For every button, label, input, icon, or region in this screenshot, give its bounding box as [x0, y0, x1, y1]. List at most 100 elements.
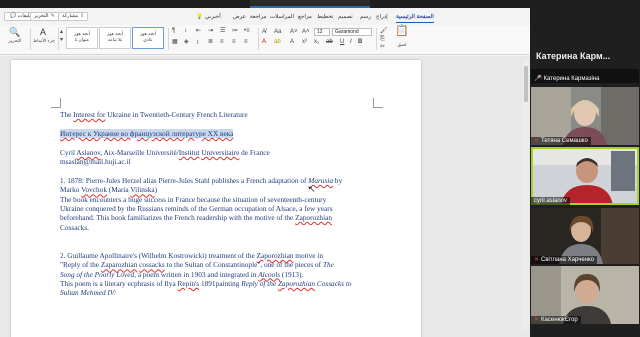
participant-tile[interactable]: ✕ Тетяна Семашко	[531, 87, 639, 145]
participant-name: ✕ Світлана Харченко	[531, 256, 598, 264]
multilevel-list-icon[interactable]: ☰	[220, 27, 225, 35]
tab-layout[interactable]: تخطيط	[317, 11, 333, 23]
copy-icon[interactable]: ⎘	[380, 35, 385, 43]
participant-tile-active[interactable]: cyril aslanov	[531, 147, 639, 205]
styles-pane-icon[interactable]: A	[34, 28, 52, 37]
share-button[interactable]: مشاركة ⇪	[58, 12, 89, 21]
ribbon-divider	[30, 28, 31, 50]
comment-icon: 💬	[10, 13, 17, 19]
font-size-select[interactable]: 12	[314, 28, 330, 36]
highlighted-line: Интерес к Украине во французской литерат…	[60, 129, 234, 138]
superscript-icon[interactable]: x²	[302, 38, 307, 46]
document-page[interactable]: The Interest for Ukraine in Twentieth-Ce…	[11, 60, 421, 337]
outdent-icon[interactable]: ⇥	[208, 27, 213, 35]
muted-mic-icon: 🎤̸	[534, 76, 542, 82]
doc-title-translation: Интерес к Украине во французской литерат…	[60, 129, 380, 138]
tab-review[interactable]: مراجعة	[250, 11, 267, 23]
line-spacing-icon[interactable]: ↨	[196, 38, 199, 46]
scrollbar-thumb[interactable]	[524, 66, 528, 102]
font-color-icon[interactable]: A	[262, 38, 266, 46]
lightbulb-icon[interactable]: 💡	[196, 11, 203, 23]
show-marks-icon[interactable]: ¶	[172, 27, 175, 35]
style-caption: بلا تباعد	[107, 37, 123, 42]
style-heading1[interactable]: أبجد هوز عنوان 1	[66, 27, 98, 49]
strikethrough-icon[interactable]: ab	[326, 38, 333, 46]
share-icon: ⇪	[80, 13, 85, 19]
paragraph-1-line: beforehand. This book familiarizes the F…	[60, 213, 332, 223]
gallery-more-icon[interactable]: ▾	[60, 36, 63, 44]
paragraph-1-line: Marko Vovchok (Maria Vilinska)	[60, 185, 158, 195]
ribbon: 🔍 التحرير A جزء الأنماط ▴ ▾ أبجد هوز عنوا…	[0, 25, 530, 55]
muted-mic-icon: ✕	[534, 138, 540, 144]
font-name-select[interactable]: Garamond	[332, 28, 372, 36]
sort-icon[interactable]: ↕	[184, 27, 187, 35]
format-painter-icon[interactable]: 🖌	[380, 27, 388, 35]
style-normal[interactable]: أبجد هوز عادي	[132, 27, 164, 49]
window-caption	[250, 0, 370, 8]
word-window: الصفحة الرئيسية إدراج رسم تصميم تخطيط مر…	[0, 0, 530, 337]
paragraph-2-line: Song of the Poorly Loved, a poem written…	[60, 269, 304, 279]
paragraph-1-line: The book encounters a huge success in Fr…	[60, 194, 327, 204]
ribbon-divider	[168, 28, 169, 50]
participant-name: ✕ КасенюкЄгор	[531, 316, 581, 324]
paragraph-2-line: Sultan Mehmed IV:	[60, 288, 117, 298]
participant-name: cyril aslanov	[531, 197, 571, 205]
indent-icon[interactable]: ⇤	[196, 27, 201, 35]
align-left-icon[interactable]: ≡	[244, 38, 248, 46]
center-icon[interactable]: ≡	[232, 38, 236, 46]
italic-icon[interactable]: I	[350, 38, 352, 46]
participant-name: ✕ Тетяна Семашко	[531, 137, 591, 145]
shading-icon[interactable]: ◈	[184, 38, 189, 46]
text-effects-icon[interactable]: A	[290, 38, 294, 46]
tab-view[interactable]: عرض	[233, 11, 246, 23]
tab-references[interactable]: مراجع	[298, 11, 312, 23]
justify-icon[interactable]: ≣	[208, 38, 213, 46]
grow-font-icon[interactable]: A˄	[302, 28, 310, 36]
tab-insert[interactable]: إدراج	[376, 11, 388, 23]
mouse-cursor-icon: ↖	[308, 184, 316, 194]
muted-mic-icon: ✕	[534, 257, 540, 263]
align-right-icon[interactable]: ≡	[220, 38, 224, 46]
video-panel: Катерина Карм... 🎤̸ Катерина Кармазіна ✕ Т…	[530, 0, 640, 337]
tab-home[interactable]: الصفحة الرئيسية	[396, 11, 434, 23]
participant-tile[interactable]: 🎤̸ Катерина Кармазіна	[531, 69, 639, 83]
paragraph-1-line: 1. 1878: Pierre-Jules Herzel alias Pierr…	[60, 176, 343, 185]
ribbon-divider	[258, 28, 259, 50]
doc-title: The Interest for Ukraine in Twentieth-Ce…	[60, 110, 248, 119]
change-case-icon[interactable]: Aa	[274, 28, 281, 36]
bullet-list-icon[interactable]: •≡	[244, 27, 250, 35]
participant-tile[interactable]: ✕ КасенюкЄгор	[531, 266, 639, 324]
spell-error: Interest for	[73, 110, 106, 119]
subscript-icon[interactable]: x₂	[314, 38, 319, 46]
gallery-scroll-icon[interactable]: ▴	[60, 28, 63, 36]
clear-format-icon[interactable]: A̸	[262, 28, 266, 36]
vertical-scrollbar[interactable]	[523, 60, 529, 330]
tab-mailings[interactable]: المراسلات	[270, 11, 294, 23]
editing-mode-button[interactable]: التحرير ✎	[30, 12, 59, 21]
tab-tell-me[interactable]: أخبرني	[205, 11, 221, 23]
numbered-list-icon[interactable]: ≔	[232, 27, 238, 35]
style-no-spacing[interactable]: أبجد هوز بلا تباعد	[99, 27, 131, 49]
tab-design[interactable]: تصميم	[338, 11, 353, 23]
highlight-icon[interactable]: ab	[274, 38, 281, 46]
share-label: مشاركة	[62, 13, 79, 19]
find-icon[interactable]: 🔍	[6, 28, 24, 37]
paragraph-2-line: 2. Guillaume Apollinaire's (Wilhelm Kost…	[60, 251, 324, 260]
participant-tile[interactable]: ✕ Світлана Харченко	[531, 208, 639, 264]
editing-mode-label: التحرير	[34, 13, 49, 19]
paste-icon[interactable]: 📋	[394, 26, 410, 37]
author-email: msaslan@mail.huji.ac.il	[60, 157, 131, 167]
shrink-font-icon[interactable]: A˅	[290, 28, 298, 36]
tab-draw[interactable]: رسم	[360, 11, 371, 23]
ribbon-divider	[376, 28, 377, 50]
style-caption: عنوان 1	[74, 37, 90, 42]
pencil-icon: ✎	[50, 13, 55, 19]
muted-mic-icon: ✕	[534, 317, 540, 323]
underline-icon[interactable]: U	[340, 38, 344, 46]
bold-icon[interactable]: B	[358, 38, 362, 46]
ribbon-divider	[58, 28, 59, 50]
paragraph-2-line: This poem is a literary ecphrasis of Ily…	[60, 278, 352, 288]
editing-group-label: التحرير	[8, 38, 22, 43]
cut-icon[interactable]: ✂	[380, 43, 385, 51]
borders-icon[interactable]: ▦	[172, 38, 178, 46]
